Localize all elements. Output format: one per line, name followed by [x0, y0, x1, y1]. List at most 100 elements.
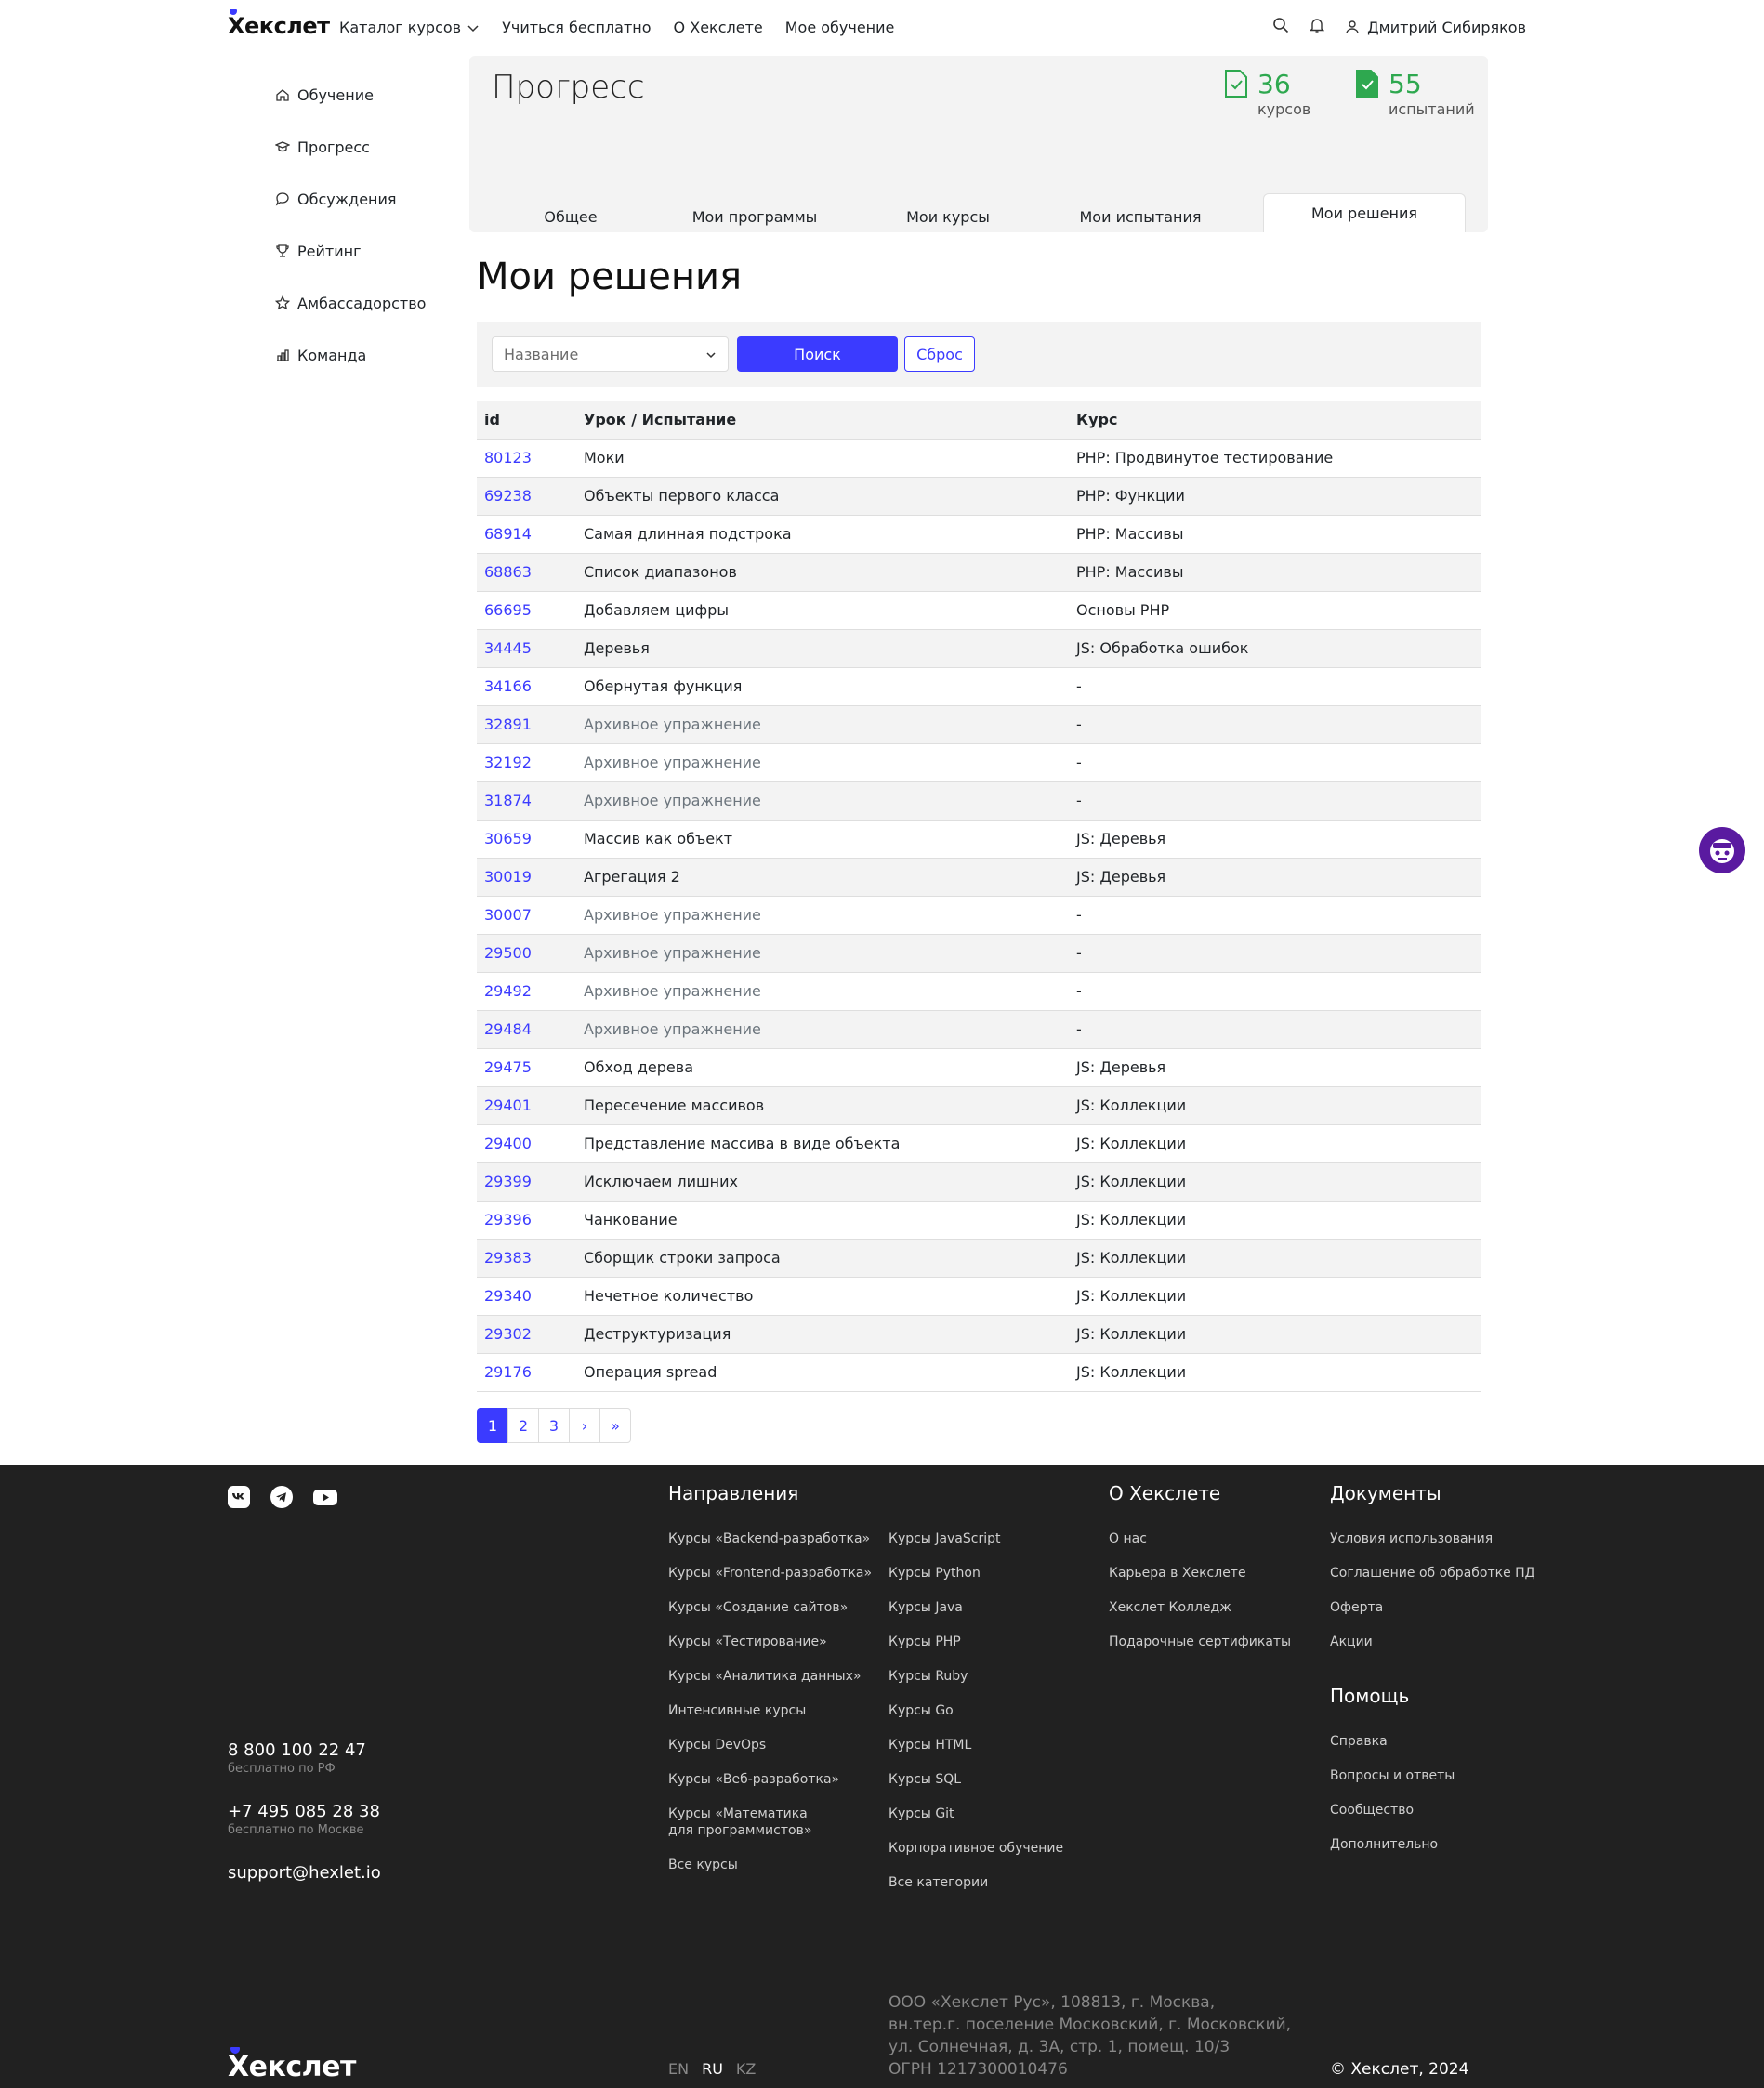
footer-link[interactable]: О нас [1109, 1530, 1313, 1547]
footer-link[interactable]: Курсы PHP [889, 1634, 1074, 1650]
footer-link[interactable]: Корпоративное обучение [889, 1840, 1074, 1857]
user-menu[interactable]: Дмитрий Сибиряков [1345, 19, 1526, 36]
phone-moscow[interactable]: +7 495 085 28 38 [228, 1802, 381, 1821]
page-3[interactable]: 3 [538, 1408, 570, 1443]
footer-link[interactable]: Все курсы [668, 1857, 873, 1873]
vk-icon[interactable] [228, 1486, 250, 1508]
footer-link[interactable]: Курсы Ruby [889, 1668, 1074, 1685]
nav-learn-free[interactable]: Учиться бесплатно [502, 19, 651, 36]
sidebar-item-learning[interactable]: Обучение [275, 69, 426, 121]
solution-id-link[interactable]: 29340 [484, 1287, 532, 1305]
phone-rf-note: бесплатно по РФ [228, 1762, 336, 1776]
solution-id-link[interactable]: 29401 [484, 1097, 532, 1114]
footer-logo[interactable]: Хекслет [228, 2047, 356, 2083]
solution-id-link[interactable]: 32891 [484, 716, 532, 733]
solution-id-link[interactable]: 29399 [484, 1173, 532, 1190]
footer-link[interactable]: Курсы Python [889, 1565, 1074, 1582]
support-email[interactable]: support@hexlet.io [228, 1863, 381, 1883]
solution-id-link[interactable]: 68914 [484, 525, 532, 543]
sidebar-item-team[interactable]: Команда [275, 329, 426, 381]
solution-id-link[interactable]: 29475 [484, 1058, 532, 1076]
solution-id-link[interactable]: 68863 [484, 563, 532, 581]
footer-link[interactable]: Курсы «Создание сайтов» [668, 1599, 873, 1616]
footer-link[interactable]: Курсы «Тестирование» [668, 1634, 873, 1650]
solution-id-link[interactable]: 29176 [484, 1363, 532, 1381]
solution-id-link[interactable]: 31874 [484, 792, 532, 809]
solution-id-link[interactable]: 32192 [484, 754, 532, 771]
bell-icon[interactable] [1309, 17, 1325, 37]
solution-id-link[interactable]: 34445 [484, 639, 532, 657]
solution-id-link[interactable]: 29302 [484, 1325, 532, 1343]
search-icon[interactable] [1272, 17, 1289, 37]
solution-id-link[interactable]: 29500 [484, 944, 532, 962]
footer-link[interactable]: Хекслет Колледж [1109, 1599, 1313, 1616]
footer-link[interactable]: Подарочные сертификаты [1109, 1634, 1313, 1650]
footer-link[interactable]: Справка [1330, 1733, 1544, 1750]
solution-id-link[interactable]: 66695 [484, 601, 532, 619]
sidebar-item-ambassador[interactable]: Амбассадорство [275, 277, 426, 329]
footer-directions-title: Направления [668, 1482, 799, 1504]
footer-link[interactable]: Соглашение об обработке ПД [1330, 1565, 1544, 1582]
footer-link[interactable]: Курсы JavaScript [889, 1530, 1074, 1547]
solution-id-link[interactable]: 29383 [484, 1249, 532, 1267]
footer-link[interactable]: Курсы «Аналитика данных» [668, 1668, 873, 1685]
lang-ru[interactable]: RU [702, 2060, 723, 2078]
footer-link[interactable]: Курсы «Веб-разработка» [668, 1771, 873, 1788]
hexlet-logo[interactable]: Хекслет [228, 9, 330, 39]
footer-link[interactable]: Курсы Git [889, 1806, 1074, 1822]
footer-link[interactable]: Дополнительно [1330, 1836, 1544, 1853]
page-1[interactable]: 1 [477, 1408, 508, 1443]
sidebar-item-discussions[interactable]: Обсуждения [275, 173, 426, 225]
solution-id-link[interactable]: 30659 [484, 830, 532, 847]
nav-my-learning[interactable]: Мое обучение [785, 19, 895, 36]
solution-id-link[interactable]: 34166 [484, 677, 532, 695]
solution-id-link[interactable]: 80123 [484, 449, 532, 466]
last-page[interactable]: » [599, 1408, 631, 1443]
assistant-bot-button[interactable] [1699, 827, 1745, 873]
lang-en[interactable]: EN [668, 2060, 689, 2078]
footer-link[interactable]: Оферта [1330, 1599, 1544, 1616]
footer-link[interactable]: Сообщество [1330, 1802, 1544, 1819]
solution-id-link[interactable]: 69238 [484, 487, 532, 505]
footer-link[interactable]: Вопросы и ответы [1330, 1767, 1544, 1784]
footer-link[interactable]: Условия использования [1330, 1530, 1544, 1547]
footer-link[interactable]: Все категории [889, 1874, 1074, 1891]
sidebar-item-rating[interactable]: Рейтинг [275, 225, 426, 277]
cell-lesson: Архивное упражнение [576, 896, 1069, 935]
phone-rf[interactable]: 8 800 100 22 47 [228, 1740, 381, 1760]
nav-about[interactable]: О Хекслете [674, 19, 763, 36]
footer-link[interactable]: Курсы DevOps [668, 1737, 873, 1753]
footer-link[interactable]: Карьера в Хекслете [1109, 1565, 1313, 1582]
solution-id-link[interactable]: 29492 [484, 982, 532, 1000]
solution-id-link[interactable]: 29400 [484, 1135, 532, 1152]
sidebar-item-progress[interactable]: Прогресс [275, 121, 426, 173]
next-page[interactable]: › [569, 1408, 600, 1443]
cell-lesson: Объекты первого класса [576, 477, 1069, 516]
reset-button[interactable]: Сброс [904, 336, 975, 372]
page-2[interactable]: 2 [507, 1408, 539, 1443]
filter-select[interactable]: Название [492, 336, 729, 372]
solution-id-link[interactable]: 29396 [484, 1211, 532, 1228]
solution-id-link[interactable]: 30007 [484, 906, 532, 924]
footer-link[interactable]: Интенсивные курсы [668, 1702, 873, 1719]
nav-catalog[interactable]: Каталог курсов [339, 19, 480, 36]
telegram-icon[interactable] [270, 1486, 293, 1508]
footer-link[interactable]: Курсы Java [889, 1599, 1074, 1616]
tab-my-programs[interactable]: Мои программы [668, 201, 841, 232]
footer-link[interactable]: Курсы HTML [889, 1737, 1074, 1753]
footer-link[interactable]: Курсы SQL [889, 1771, 1074, 1788]
footer-link[interactable]: Курсы «Frontend-разработка» [668, 1565, 873, 1582]
footer-link[interactable]: Курсы «Backend-разработка» [668, 1530, 873, 1547]
tab-my-courses[interactable]: Мои курсы [878, 201, 1018, 232]
search-button[interactable]: Поиск [737, 336, 898, 372]
footer-link[interactable]: Курсы «Математика для программистов» [668, 1806, 826, 1839]
footer-link[interactable]: Курсы Go [889, 1702, 1074, 1719]
lang-kz[interactable]: KZ [736, 2060, 756, 2078]
footer-link[interactable]: Акции [1330, 1634, 1544, 1650]
tab-my-solutions[interactable]: Мои решения [1263, 193, 1466, 232]
youtube-icon[interactable] [313, 1486, 337, 1508]
solution-id-link[interactable]: 29484 [484, 1020, 532, 1038]
tab-my-challenges[interactable]: Мои испытания [1064, 201, 1217, 232]
solution-id-link[interactable]: 30019 [484, 868, 532, 886]
tab-general[interactable]: Общее [501, 201, 640, 232]
